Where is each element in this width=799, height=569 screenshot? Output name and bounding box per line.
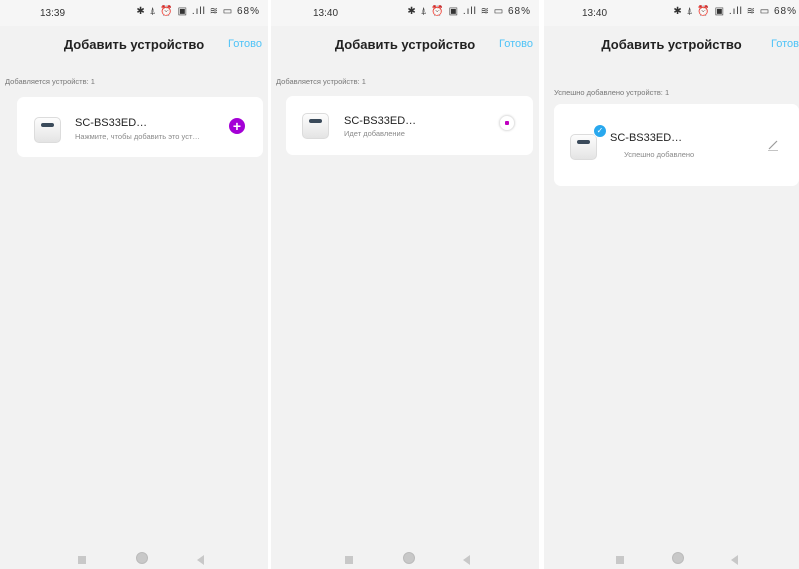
status-icons: ✱ ⍋ ⏰ ▣ .ıll ≋ ▭ 68%	[673, 6, 797, 17]
device-icon	[570, 134, 597, 160]
device-name: SC-BS33ED…	[344, 115, 417, 127]
status-bar: 13:40 ✱ ⍋ ⏰ ▣ .ıll ≋ ▭ 68%	[544, 0, 799, 26]
device-name: SC-BS33ED…	[610, 132, 683, 144]
device-status: Идет добавление	[344, 129, 405, 138]
device-card[interactable]: SC-BS33ED… Нажмите, чтобы добавить это у…	[17, 97, 263, 157]
status-time: 13:40	[313, 8, 339, 19]
device-card[interactable]: ✓ SC-BS33ED… Успешно добавлено	[554, 104, 799, 186]
device-name: SC-BS33ED…	[75, 117, 148, 129]
done-button[interactable]: Готово	[228, 38, 262, 50]
back-icon[interactable]	[463, 555, 470, 565]
loading-icon	[499, 115, 515, 131]
nav-bar	[271, 550, 539, 569]
home-icon[interactable]	[136, 552, 148, 564]
device-card[interactable]: SC-BS33ED… Идет добавление	[286, 96, 533, 155]
done-button[interactable]: Готово	[499, 38, 533, 50]
pencil-icon[interactable]	[766, 138, 780, 152]
back-icon[interactable]	[731, 555, 738, 565]
status-bar: 13:40 ✱ ⍋ ⏰ ▣ .ıll ≋ ▭ 68%	[271, 0, 539, 26]
device-status: Успешно добавлено	[624, 150, 695, 159]
plus-icon: +	[232, 118, 242, 134]
section-label: Добавляется устройств: 1	[5, 77, 95, 86]
nav-bar	[0, 550, 268, 569]
section-label: Добавляется устройств: 1	[276, 77, 366, 86]
add-button[interactable]: +	[229, 118, 245, 134]
page-title: Добавить устройство	[601, 37, 742, 52]
done-button[interactable]: Готово	[771, 38, 799, 50]
phone-screen-3: 13:40 ✱ ⍋ ⏰ ▣ .ıll ≋ ▭ 68% Добавить устр…	[544, 0, 799, 569]
device-status: Нажмите, чтобы добавить это уст…	[75, 132, 200, 141]
phone-screen-1: 13:39 ✱ ⍋ ⏰ ▣ .ıll ≋ ▭ 68% Добавить устр…	[0, 0, 268, 569]
status-time: 13:40	[582, 8, 608, 19]
status-time: 13:39	[40, 8, 66, 19]
nav-bar	[544, 550, 799, 569]
section-label: Успешно добавлено устройств: 1	[554, 88, 670, 97]
home-icon[interactable]	[403, 552, 415, 564]
phone-screen-2: 13:40 ✱ ⍋ ⏰ ▣ .ıll ≋ ▭ 68% Добавить устр…	[271, 0, 539, 569]
back-icon[interactable]	[197, 555, 204, 565]
status-icons: ✱ ⍋ ⏰ ▣ .ıll ≋ ▭ 68%	[136, 6, 260, 17]
status-bar: 13:39 ✱ ⍋ ⏰ ▣ .ıll ≋ ▭ 68%	[0, 0, 268, 26]
recent-apps-icon[interactable]	[616, 556, 624, 564]
home-icon[interactable]	[672, 552, 684, 564]
device-icon	[302, 113, 329, 139]
status-icons: ✱ ⍋ ⏰ ▣ .ıll ≋ ▭ 68%	[407, 6, 531, 17]
recent-apps-icon[interactable]	[78, 556, 86, 564]
device-icon	[34, 117, 61, 143]
recent-apps-icon[interactable]	[345, 556, 353, 564]
check-icon: ✓	[593, 124, 607, 138]
